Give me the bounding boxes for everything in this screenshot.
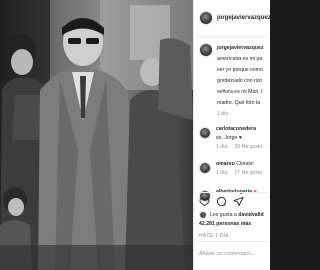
caption-line: señora es mi Mari. I: [217, 89, 263, 95]
likes-count-value[interactable]: 42.281 personas más: [199, 221, 251, 227]
action-bar: [194, 192, 270, 210]
caption-text: jorgejaviervazquez americana es mi pa se…: [217, 43, 270, 109]
comment-meta: 1 día 33 Me gusta Re: [216, 143, 270, 151]
caption-line: madre. Qué foto ta: [217, 100, 261, 106]
comment-username[interactable]: carlotaconedera: [216, 126, 256, 132]
post-time: HACE 1 DÍA: [199, 233, 229, 239]
comment: omarsu Clones! 1 día 27 Me gusta: [194, 155, 270, 177]
reply-button[interactable]: Re: [269, 144, 270, 150]
comment-icon[interactable]: [216, 196, 227, 207]
comment-likes[interactable]: 27 Me gusta: [235, 170, 263, 176]
caption-username[interactable]: jorgejaviervazquez: [217, 45, 263, 51]
comment-time: 1 día: [216, 144, 228, 150]
avatar[interactable]: [199, 43, 213, 57]
comment: carlotaconedera es, Jorge ♥ 1 día 33 Me …: [194, 120, 270, 151]
caption: jorgejaviervazquez americana es mi pa se…: [194, 37, 270, 109]
comment-body: omarsu Clones! 1 día 27 Me gusta: [216, 160, 268, 177]
avatar[interactable]: [199, 211, 207, 219]
add-comment-input[interactable]: Añade un comentario...: [194, 241, 270, 270]
post-photo: [0, 0, 193, 270]
comment-likes[interactable]: 33 Me gusta: [235, 144, 263, 150]
avatar[interactable]: [199, 11, 213, 25]
header-username[interactable]: jorgejaviervazquez: [217, 15, 270, 21]
comment-meta: 1 día 27 Me gusta: [216, 169, 268, 177]
liked-by-prefix: Les gusta a: [210, 211, 237, 218]
heart-icon[interactable]: [199, 196, 210, 207]
avatar[interactable]: [199, 162, 211, 174]
liked-by-user[interactable]: davidvalld: [238, 212, 263, 218]
caption-time: 1 día: [217, 111, 229, 117]
post-header: jorgejaviervazquez: [194, 0, 270, 37]
comment-time: 1 día: [216, 170, 228, 176]
caption-line: ser yo porque somo: [217, 67, 263, 73]
post-side-panel: jorgejaviervazquez jorgejaviervazquez am…: [193, 0, 270, 270]
comment-text: es, Jorge ♥: [216, 135, 242, 141]
liked-by-text: Les gusta a davidvalld: [210, 212, 264, 219]
likes-count[interactable]: 42.281 personas más: [199, 221, 251, 227]
family-photo-illustration: [0, 0, 193, 270]
caption-line: gordezuelo con rizo: [217, 78, 263, 84]
caption-line: americana es mi pa: [217, 56, 263, 62]
comment-body: carlotaconedera es, Jorge ♥ 1 día 33 Me …: [216, 125, 270, 151]
comment-username[interactable]: omarsu: [216, 161, 235, 167]
liked-by: Les gusta a davidvalld: [199, 211, 264, 219]
avatar[interactable]: [199, 127, 211, 139]
share-icon[interactable]: [233, 196, 244, 207]
comment-text: Clones!: [236, 161, 254, 167]
